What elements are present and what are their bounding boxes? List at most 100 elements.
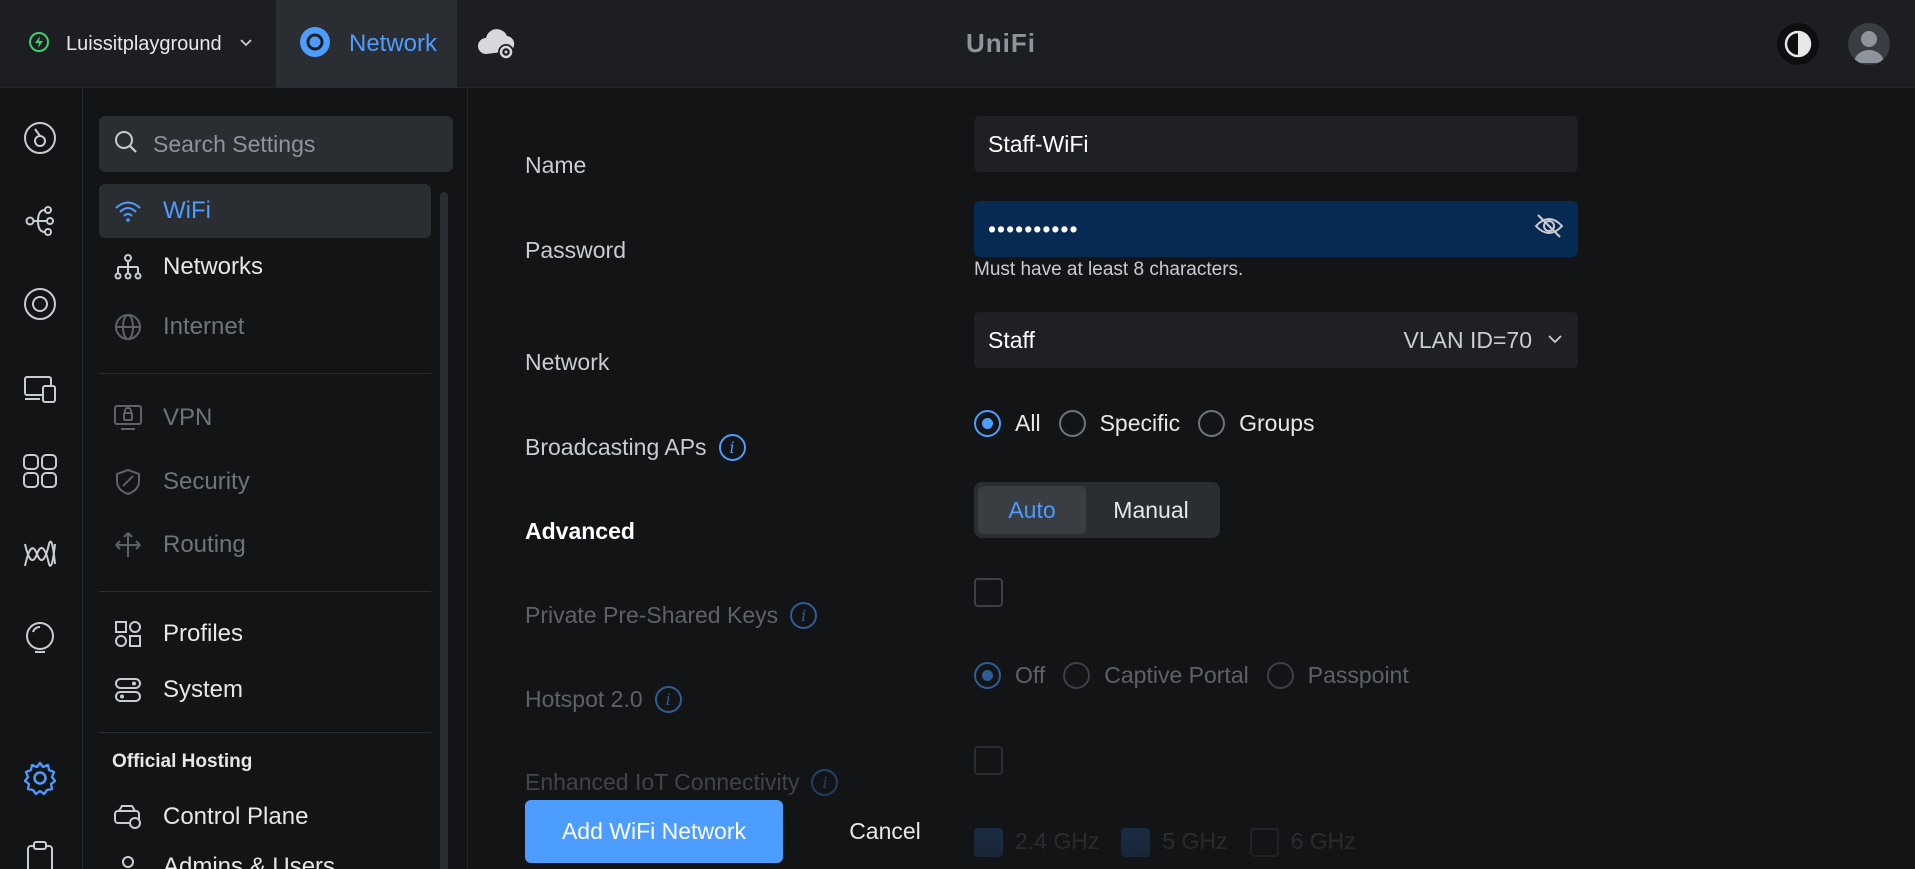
radio-dot[interactable] xyxy=(1198,410,1226,437)
sidebar-item-security[interactable]: Security xyxy=(99,455,431,509)
sidebar-item-label: Security xyxy=(163,468,250,495)
topology-icon[interactable] xyxy=(20,201,60,241)
radio-dot[interactable] xyxy=(974,410,1001,437)
radio-groups[interactable]: Groups xyxy=(1198,410,1315,437)
radio-captive-portal[interactable]: Captive Portal xyxy=(1063,662,1249,689)
sidebar-item-label: Profiles xyxy=(163,620,244,647)
clients-icon[interactable] xyxy=(20,368,60,408)
name-input[interactable] xyxy=(988,130,1528,158)
wifi-icon xyxy=(113,196,143,226)
iot-label-text: Enhanced IoT Connectivity xyxy=(525,769,800,795)
bolt-icon xyxy=(28,31,50,58)
sidebar-item-internet[interactable]: Internet xyxy=(99,300,431,354)
band-6ghz[interactable]: 6 GHz xyxy=(1249,828,1356,858)
globe-icon xyxy=(113,312,143,342)
ppsk-checkbox[interactable] xyxy=(974,578,1003,607)
network-label-text: Network xyxy=(525,349,610,375)
networks-icon xyxy=(113,252,143,282)
sidebar-item-label: WiFi xyxy=(163,197,211,224)
info-icon[interactable]: i xyxy=(718,434,746,461)
advanced-manual-option[interactable]: Manual xyxy=(1086,486,1216,534)
user-icon xyxy=(113,852,143,869)
iot-label: Enhanced IoT Connectivity i xyxy=(525,769,839,796)
app-label: Network xyxy=(349,30,438,57)
radio-label: All xyxy=(1015,410,1041,436)
sidebar-item-networks[interactable]: Networks xyxy=(99,240,431,294)
password-hint: Must have at least 8 characters. xyxy=(974,259,1244,280)
add-wifi-network-button[interactable]: Add WiFi Network xyxy=(525,800,783,863)
checkbox[interactable] xyxy=(1249,828,1279,858)
shield-icon xyxy=(113,467,143,497)
system-icon xyxy=(113,675,143,705)
radio-label: Groups xyxy=(1239,410,1315,436)
radio-specific[interactable]: Specific xyxy=(1058,410,1181,437)
radio-off[interactable]: Off xyxy=(974,662,1045,689)
sidebar-divider xyxy=(99,732,431,733)
info-icon[interactable]: i xyxy=(790,602,818,629)
section-official-hosting: Official Hosting xyxy=(112,751,253,772)
advanced-auto-option[interactable]: Auto xyxy=(978,486,1086,534)
network-app-icon xyxy=(299,26,331,63)
dashboard-icon[interactable] xyxy=(20,118,60,158)
password-field[interactable]: •••••••••• xyxy=(974,201,1578,257)
sidebar-item-vpn[interactable]: VPN xyxy=(99,391,431,445)
chevron-down-icon xyxy=(238,34,254,55)
radio-dot[interactable] xyxy=(1063,662,1091,689)
name-field[interactable] xyxy=(974,116,1578,172)
band-label: 5 GHz xyxy=(1162,828,1228,854)
info-icon[interactable]: i xyxy=(811,769,839,796)
settings-gear-icon[interactable] xyxy=(20,758,60,798)
sidebar-item-control-plane[interactable]: Control Plane xyxy=(99,790,431,844)
name-label-text: Name xyxy=(525,152,587,178)
radio-dot[interactable] xyxy=(1058,410,1086,437)
sidebar-item-admins-users[interactable]: Admins & Users xyxy=(99,840,431,869)
clipboard-icon[interactable] xyxy=(20,838,60,869)
sidebar-item-system[interactable]: System xyxy=(99,663,431,717)
top-bar: Luissitplayground Network UniFi xyxy=(0,0,1915,88)
hotspot-label: Hotspot 2.0 i xyxy=(525,686,682,713)
radio-passpoint[interactable]: Passpoint xyxy=(1266,662,1409,689)
sidebar-item-label: Control Plane xyxy=(163,803,309,830)
radio-label: Specific xyxy=(1099,410,1181,436)
radio-dot[interactable] xyxy=(974,662,1001,689)
iot-checkbox[interactable] xyxy=(974,746,1003,775)
band-5ghz[interactable]: 5 GHz xyxy=(1121,828,1228,858)
broadcasting-aps-label: Broadcasting APs i xyxy=(525,434,746,461)
radio-dot[interactable] xyxy=(1266,662,1294,689)
info-icon[interactable]: i xyxy=(654,686,682,713)
search-input[interactable] xyxy=(153,130,443,158)
network-select[interactable]: Staff VLAN ID=70 xyxy=(974,312,1578,368)
sidebar-item-profiles[interactable]: Profiles xyxy=(99,607,431,661)
radio-label: Passpoint xyxy=(1307,662,1409,688)
password-label: Password xyxy=(525,237,626,264)
checkbox[interactable] xyxy=(974,828,1003,858)
search-settings[interactable] xyxy=(99,116,453,172)
app-nav-rail xyxy=(0,88,83,869)
band-label: 2.4 GHz xyxy=(1015,828,1100,854)
sidebar-item-routing[interactable]: Routing xyxy=(99,518,431,572)
radio-all[interactable]: All xyxy=(974,410,1041,437)
checkbox[interactable] xyxy=(1121,828,1151,858)
app-tab-network[interactable]: Network xyxy=(277,0,457,88)
site-switcher[interactable]: Luissitplayground xyxy=(0,0,277,88)
sidebar-scrollbar[interactable] xyxy=(440,192,448,869)
sidebar-item-label: Admins & Users xyxy=(163,853,336,869)
vpn-icon xyxy=(113,403,143,433)
applications-icon[interactable] xyxy=(20,451,60,491)
hotspot-label-text: Hotspot 2.0 xyxy=(525,686,643,712)
search-icon xyxy=(113,129,139,160)
insights-icon[interactable] xyxy=(20,534,60,574)
ppsk-label: Private Pre-Shared Keys i xyxy=(525,602,818,629)
devices-icon[interactable] xyxy=(20,284,60,324)
advanced-label-text: Advanced xyxy=(525,518,635,544)
band-2-4ghz[interactable]: 2.4 GHz xyxy=(974,828,1100,858)
eye-off-icon[interactable] xyxy=(1534,213,1564,245)
alerts-icon[interactable] xyxy=(20,618,60,658)
password-value: •••••••••• xyxy=(988,215,1079,242)
unifi-logo: UniFi xyxy=(966,28,1036,58)
cancel-button[interactable]: Cancel xyxy=(825,800,945,863)
sidebar-item-wifi[interactable]: WiFi xyxy=(99,184,431,238)
cloud-settings-icon[interactable] xyxy=(476,24,518,64)
theme-toggle-icon[interactable] xyxy=(1777,23,1819,65)
user-avatar[interactable] xyxy=(1848,23,1890,65)
